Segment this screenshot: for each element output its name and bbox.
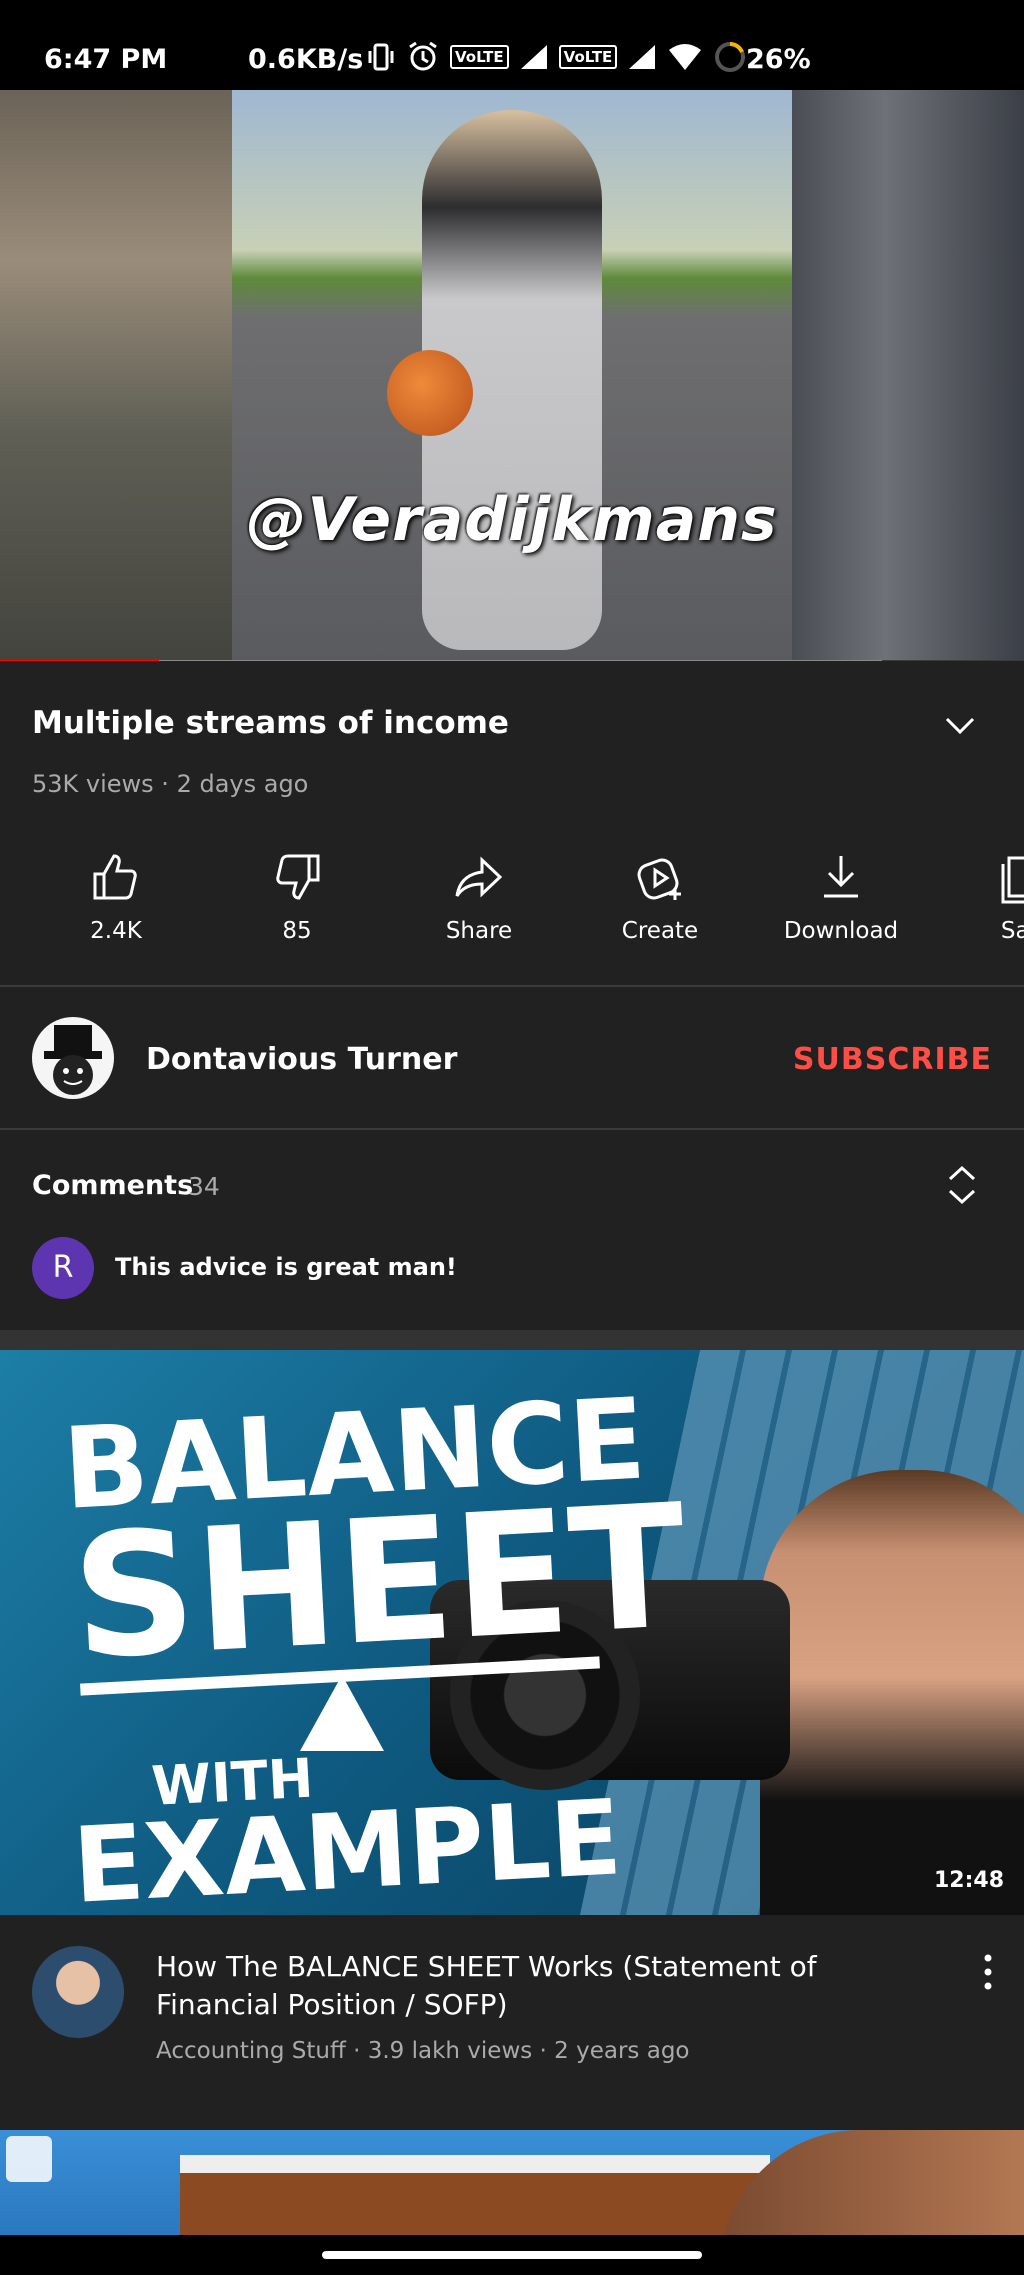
video-player[interactable]: @Veradijkmans <box>0 90 1024 661</box>
thumb2-face <box>720 2130 1024 2235</box>
player-blur-right <box>792 90 1024 661</box>
save-icon <box>1001 856 1024 904</box>
player-blur-left <box>0 90 232 661</box>
status-time: 6:47 PM <box>44 44 168 75</box>
system-nav-bar <box>0 2235 1024 2275</box>
basketball <box>387 350 473 436</box>
top-hat-avatar-icon <box>44 1025 102 1095</box>
volte-badge-1: VoLTE <box>450 45 509 69</box>
commenter-avatar[interactable]: R <box>32 1237 94 1299</box>
channel-avatar[interactable] <box>32 1017 114 1099</box>
dislike-count: 85 <box>282 918 312 944</box>
thumb2-logo <box>6 2136 52 2182</box>
download-label: Download <box>783 918 899 944</box>
comments-title[interactable]: Comments <box>32 1170 193 1201</box>
more-options-icon[interactable] <box>978 1952 998 1992</box>
action-row: 2.4K 85 Share Create Download Sav <box>0 850 1024 960</box>
video-meta: 53K views · 2 days ago <box>32 770 309 798</box>
video-duration: 12:48 <box>933 1868 1004 1893</box>
vibrate-icon <box>368 43 394 71</box>
battery-icon <box>715 42 746 72</box>
wifi-icon <box>669 44 702 70</box>
divider <box>0 1128 1024 1130</box>
progress-played <box>0 660 159 661</box>
network-speed: 0.6KB/s <box>248 44 364 75</box>
video-frame[interactable]: @Veradijkmans <box>232 90 792 661</box>
thumb2-house <box>180 2155 770 2235</box>
video-title[interactable]: Multiple streams of income <box>32 705 509 741</box>
comment-preview[interactable]: This advice is great man! <box>115 1253 457 1281</box>
home-gesture-bar[interactable] <box>322 2251 702 2259</box>
status-bar: 6:47 PM 0.6KB/s VoLTE VoLTE 26% <box>0 0 1024 90</box>
save-label: Sav <box>1000 918 1024 944</box>
channel-avatar-accounting-stuff[interactable] <box>32 1946 124 2038</box>
volte-badge-2: VoLTE <box>558 45 618 69</box>
thumb-triangle <box>300 1675 384 1751</box>
dislike-button[interactable]: 85 <box>217 850 377 944</box>
signal-icon-1 <box>520 45 547 69</box>
download-button[interactable]: Download <box>761 850 921 944</box>
share-label: Share <box>445 918 513 944</box>
comments-count: 34 <box>188 1172 220 1201</box>
recommended-video-meta: Accounting Stuff · 3.9 lakh views · 2 ye… <box>156 2038 690 2064</box>
share-icon <box>455 856 503 898</box>
thumb-person <box>760 1470 1024 1915</box>
signal-icon-2 <box>629 45 656 69</box>
subscribe-button[interactable]: SUBSCRIBE <box>793 1042 992 1077</box>
like-count: 2.4K <box>90 918 142 944</box>
create-label: Create <box>621 918 699 944</box>
create-icon <box>637 858 681 900</box>
progress-bar[interactable] <box>0 660 1024 661</box>
video-thumbnail[interactable]: BALANCE SHEET WITH EXAMPLE 12:48 <box>0 1350 1024 1915</box>
section-separator <box>0 1330 1024 1350</box>
video-watermark: @Veradijkmans <box>246 485 778 555</box>
video-thumbnail-next[interactable] <box>0 2130 1024 2235</box>
dislike-icon <box>276 854 320 900</box>
chevron-down-icon[interactable] <box>942 708 978 744</box>
create-button[interactable]: Create <box>580 850 740 944</box>
channel-name[interactable]: Dontavious Turner <box>146 1042 457 1077</box>
like-icon <box>93 854 137 900</box>
recommended-video-title[interactable]: How The BALANCE SHEET Works (Statement o… <box>156 1948 916 2024</box>
battery-percent: 26% <box>746 44 811 75</box>
save-button[interactable]: Sav <box>942 850 1024 944</box>
divider <box>0 985 1024 987</box>
status-icons: VoLTE VoLTE <box>366 40 747 74</box>
share-button[interactable]: Share <box>399 850 559 944</box>
download-icon <box>824 856 858 898</box>
like-button[interactable]: 2.4K <box>36 850 196 944</box>
expand-collapse-icon[interactable] <box>944 1164 980 1206</box>
alarm-icon <box>409 41 437 71</box>
